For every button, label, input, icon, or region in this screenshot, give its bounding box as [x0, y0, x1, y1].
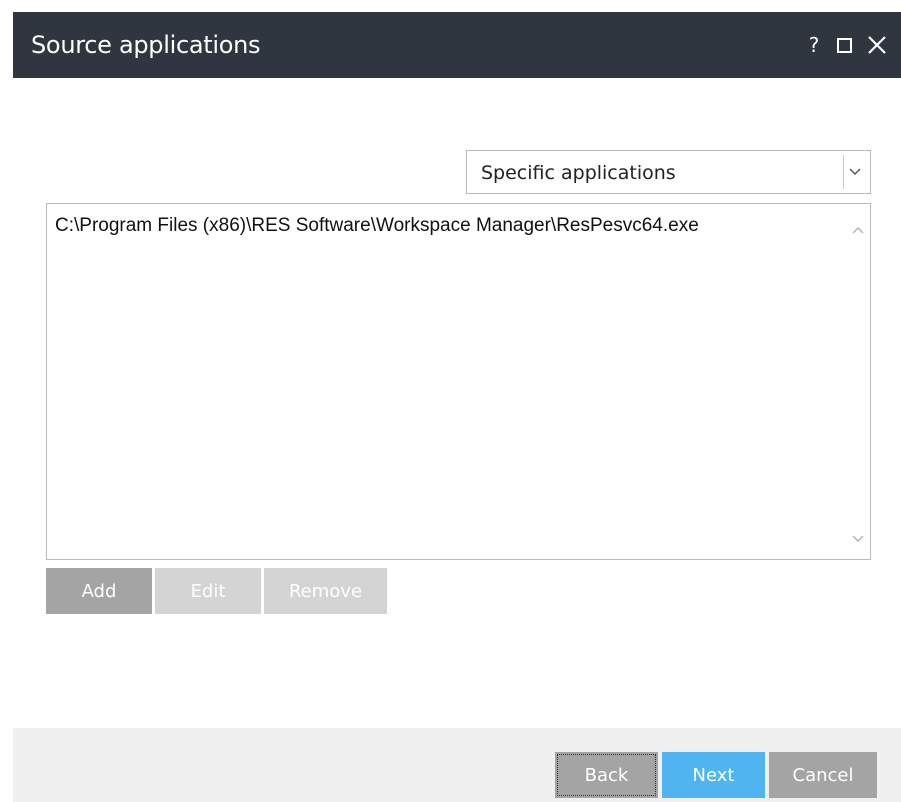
applications-list[interactable]: C:\Program Files (x86)\RES Software\Work… [46, 203, 871, 560]
back-button[interactable]: Back [555, 752, 658, 798]
chevron-down-icon[interactable] [843, 155, 866, 189]
scroll-down-icon[interactable] [850, 531, 866, 547]
edit-button[interactable]: Edit [155, 568, 261, 614]
list-item[interactable]: C:\Program Files (x86)\RES Software\Work… [55, 214, 699, 238]
close-icon[interactable] [865, 33, 889, 57]
dialog-footer [13, 728, 901, 802]
vertical-scrollbar[interactable] [846, 204, 870, 559]
dialog-title: Source applications [31, 31, 261, 59]
remove-button[interactable]: Remove [264, 568, 387, 614]
dropdown-selected-value: Specific applications [481, 162, 676, 184]
window-controls: ? [795, 32, 889, 58]
cancel-button[interactable]: Cancel [769, 752, 877, 798]
help-button[interactable]: ? [805, 33, 823, 57]
application-scope-dropdown[interactable]: Specific applications [466, 150, 871, 194]
next-button[interactable]: Next [662, 752, 765, 798]
title-bar: Source applications ? [13, 12, 901, 78]
maximize-icon[interactable] [833, 34, 855, 56]
add-button[interactable]: Add [46, 568, 152, 614]
scroll-up-icon[interactable] [850, 222, 866, 238]
source-applications-dialog: Source applications ? Specific applicati… [0, 0, 901, 802]
